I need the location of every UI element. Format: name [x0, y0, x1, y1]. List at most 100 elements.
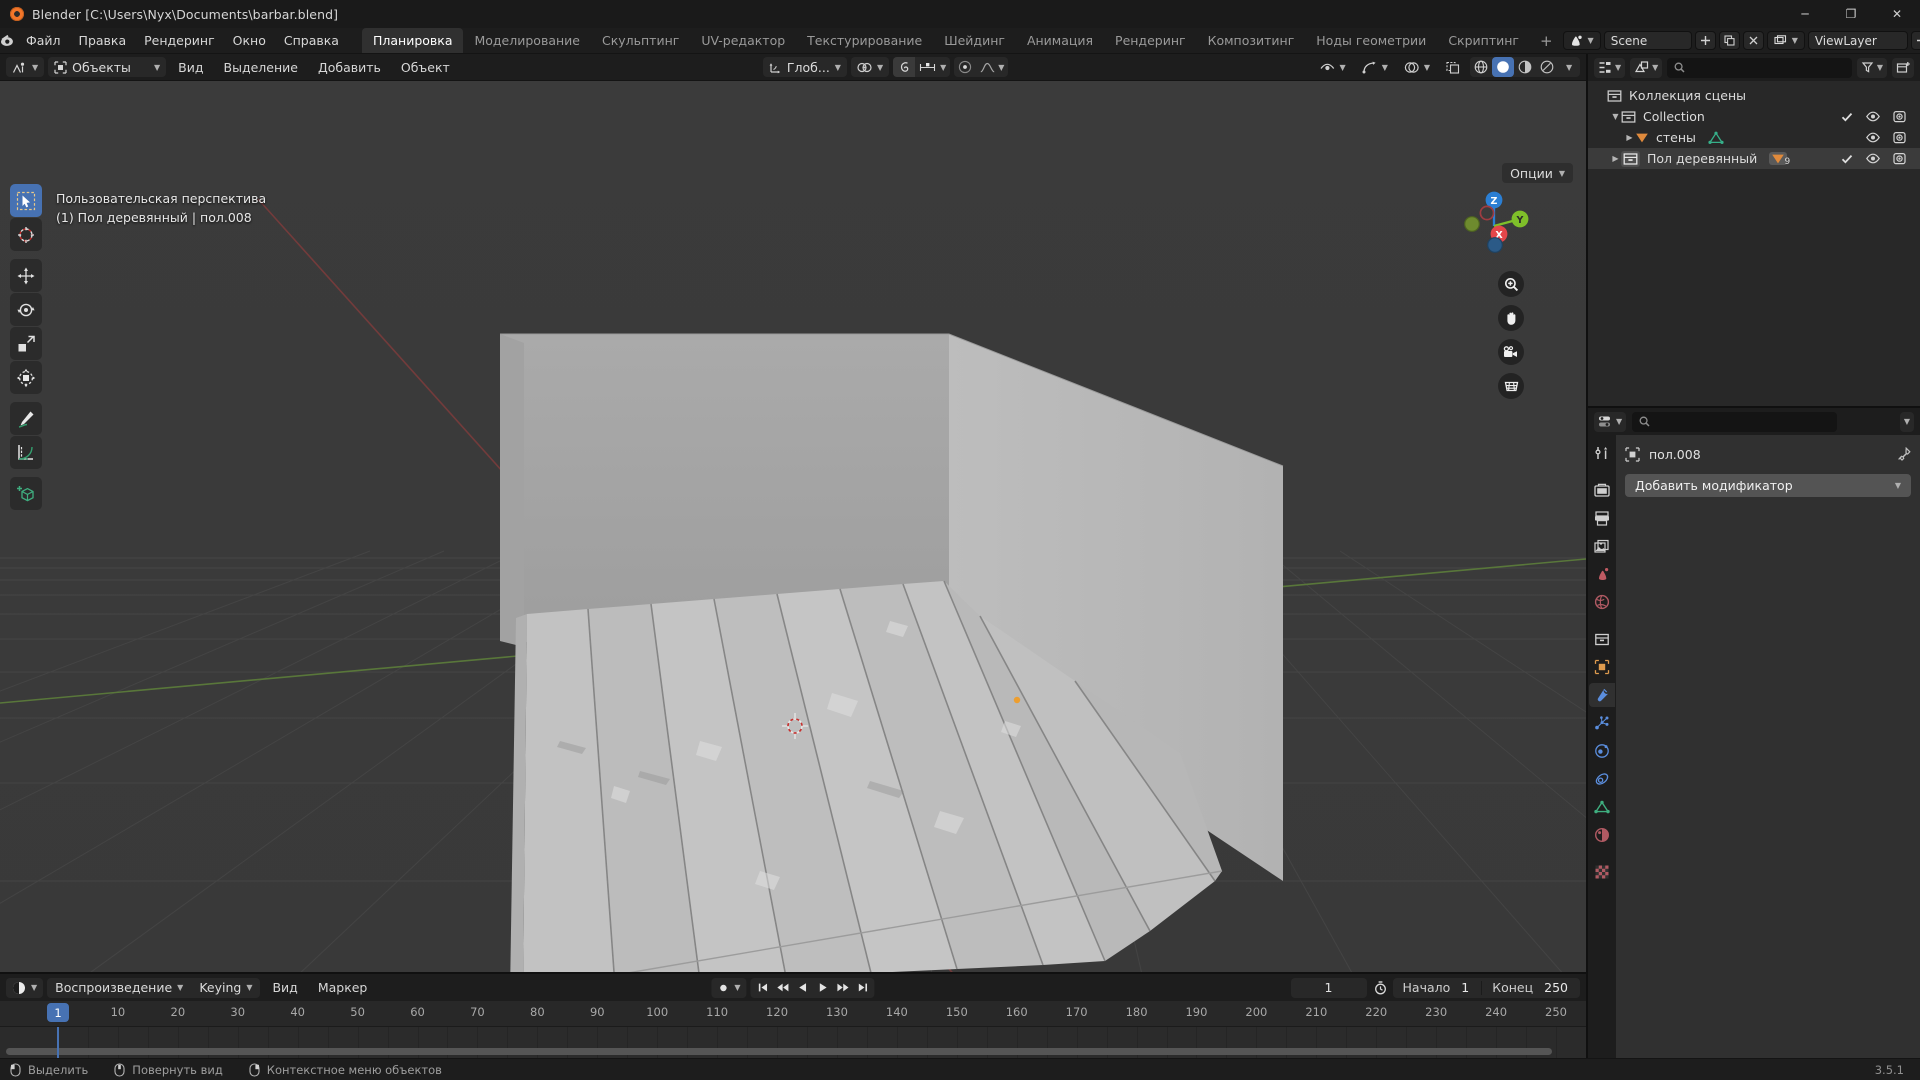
- measure-tool[interactable]: [10, 436, 42, 469]
- workspace-tab-compositing[interactable]: Композитинг: [1197, 28, 1306, 53]
- shading-wireframe-button[interactable]: [1470, 57, 1492, 77]
- properties-tab-collection[interactable]: [1589, 627, 1615, 651]
- unlink-scene-button[interactable]: [1742, 31, 1764, 50]
- shading-solid-button[interactable]: [1492, 57, 1515, 77]
- add-workspace-button[interactable]: +: [1530, 28, 1563, 53]
- camera-render-icon[interactable]: [1893, 152, 1906, 165]
- workspace-tab-sculpting[interactable]: Скульптинг: [591, 28, 690, 53]
- copy-scene-button[interactable]: [1718, 31, 1740, 50]
- timeline-menu-keying[interactable]: Keying ▼: [191, 980, 260, 995]
- eye-icon[interactable]: [1866, 132, 1880, 143]
- transform-tool[interactable]: [10, 361, 42, 394]
- timeline-body[interactable]: [0, 1027, 1586, 1058]
- timeline-horizontal-scrollbar[interactable]: [6, 1048, 1552, 1055]
- jump-to-start-button[interactable]: [753, 978, 773, 998]
- shading-options-selector[interactable]: ▼: [1558, 57, 1580, 77]
- jump-to-end-button[interactable]: [853, 978, 873, 998]
- properties-editor-type-button[interactable]: ▼: [1594, 411, 1627, 432]
- camera-render-icon[interactable]: [1893, 110, 1906, 123]
- snap-pivot-button[interactable]: ▼: [850, 57, 890, 77]
- transform-orientation-selector[interactable]: Глоб... ▼: [762, 57, 847, 77]
- new-view-layer-button[interactable]: [1910, 31, 1920, 50]
- previous-keyframe-button[interactable]: [773, 978, 793, 998]
- view-layer-browse-button[interactable]: ▼: [1766, 31, 1805, 50]
- outliner-row[interactable]: Коллекция сцены: [1588, 85, 1920, 106]
- rotate-tool[interactable]: [10, 293, 42, 326]
- scene-browse-button[interactable]: ▼: [1562, 31, 1601, 50]
- timeline-editor-type-button[interactable]: ▼: [6, 977, 44, 998]
- cursor-tool[interactable]: [10, 218, 42, 251]
- current-frame-field[interactable]: 1: [1290, 977, 1367, 998]
- play-reverse-button[interactable]: [793, 978, 813, 998]
- move-tool[interactable]: [10, 259, 42, 292]
- properties-tab-output[interactable]: [1589, 506, 1615, 530]
- snap-to-selector[interactable]: ▼: [915, 57, 950, 77]
- snap-toggle-button[interactable]: [893, 57, 916, 77]
- menu-window[interactable]: Окно: [224, 28, 275, 53]
- use-preview-range-icon[interactable]: [1372, 978, 1389, 997]
- properties-tab-texture[interactable]: [1589, 860, 1615, 884]
- checkbox-icon[interactable]: [1841, 153, 1853, 165]
- workspace-tab-uv-editing[interactable]: UV-редактор: [690, 28, 796, 53]
- timeline-menu-playback[interactable]: Воспроизведение ▼: [47, 980, 191, 995]
- outliner-search-input[interactable]: [1667, 57, 1852, 78]
- properties-tab-tool[interactable]: [1589, 441, 1615, 465]
- outliner-display-mode-button[interactable]: ▼: [1630, 57, 1663, 78]
- xray-toggle-button[interactable]: [1440, 57, 1466, 77]
- ortho-persp-icon[interactable]: [1498, 373, 1524, 399]
- auto-keyframe-button[interactable]: ▼: [711, 977, 747, 998]
- menu-edit[interactable]: Правка: [70, 28, 136, 53]
- workspace-tab-shading[interactable]: Шейдинг: [933, 28, 1016, 53]
- workspace-tab-geometry-nodes[interactable]: Ноды геометрии: [1305, 28, 1437, 53]
- menu-file[interactable]: Файл: [17, 28, 70, 53]
- shading-material-preview-button[interactable]: [1514, 57, 1536, 77]
- properties-tab-physics[interactable]: [1589, 739, 1615, 763]
- close-button[interactable]: ✕: [1874, 0, 1920, 28]
- tweak-select-tool[interactable]: [10, 184, 42, 217]
- blender-menu-icon[interactable]: [0, 28, 17, 53]
- outliner-row[interactable]: ▼ Collection: [1588, 106, 1920, 127]
- viewport-menu-select[interactable]: Выделение: [216, 60, 306, 75]
- visibility-selector[interactable]: ▼: [1314, 57, 1352, 77]
- add-modifier-button[interactable]: Добавить модификатор ▼: [1625, 474, 1911, 497]
- checkbox-icon[interactable]: [1841, 111, 1853, 123]
- properties-tab-modifier[interactable]: [1589, 683, 1615, 707]
- properties-tab-scene[interactable]: [1589, 562, 1615, 586]
- overlays-selector[interactable]: ▼: [1398, 57, 1436, 77]
- viewport-options-button[interactable]: Опции ▼: [1502, 163, 1573, 183]
- chevron-right-icon[interactable]: ▶: [1610, 154, 1621, 163]
- properties-tab-material[interactable]: [1589, 823, 1615, 847]
- outliner-new-collection-button[interactable]: [1892, 57, 1914, 78]
- eye-icon[interactable]: [1866, 111, 1880, 122]
- annotate-tool[interactable]: [10, 402, 42, 435]
- workspace-tab-texture-paint[interactable]: Текстурирование: [796, 28, 933, 53]
- properties-options-button[interactable]: ▼: [1899, 411, 1914, 432]
- properties-tab-data[interactable]: [1589, 795, 1615, 819]
- shading-rendered-button[interactable]: [1536, 57, 1558, 77]
- timeline-playhead[interactable]: 1: [47, 1003, 69, 1022]
- viewport-menu-add[interactable]: Добавить: [310, 60, 389, 75]
- pan-hand-icon[interactable]: [1498, 305, 1524, 331]
- outliner-filter-button[interactable]: ▼: [1856, 57, 1887, 78]
- maximize-button[interactable]: ❐: [1828, 0, 1874, 28]
- interaction-mode-selector[interactable]: Объекты ▼: [48, 57, 167, 77]
- minimize-button[interactable]: ─: [1782, 0, 1828, 28]
- outliner-row[interactable]: ▶ Пол деревянный 9: [1588, 148, 1920, 169]
- 3d-viewport[interactable]: Пользовательская перспектива (1) Пол дер…: [0, 81, 1586, 972]
- properties-search-input[interactable]: [1632, 411, 1838, 432]
- add-cube-tool[interactable]: [10, 477, 42, 510]
- properties-tab-object[interactable]: [1589, 655, 1615, 679]
- properties-tab-constraints[interactable]: [1589, 767, 1615, 791]
- scene-name-field[interactable]: Scene: [1603, 31, 1692, 50]
- end-frame-value[interactable]: 250: [1542, 980, 1580, 995]
- start-frame-value[interactable]: 1: [1459, 980, 1481, 995]
- timeline-ruler[interactable]: 10 20 30 40 50 60 70 80 90 100 110 120 130 140 150 160 1…: [0, 1001, 1586, 1027]
- eye-icon[interactable]: [1866, 153, 1880, 164]
- outliner-row[interactable]: ▶ стены: [1588, 127, 1920, 148]
- proportional-falloff-selector[interactable]: ▼: [976, 57, 1008, 77]
- camera-view-icon[interactable]: [1498, 339, 1524, 365]
- timeline-menu-view[interactable]: Вид: [264, 980, 305, 995]
- view-layer-name-field[interactable]: ViewLayer: [1807, 31, 1908, 50]
- workspace-tab-animation[interactable]: Анимация: [1016, 28, 1104, 53]
- zoom-icon[interactable]: [1498, 271, 1524, 297]
